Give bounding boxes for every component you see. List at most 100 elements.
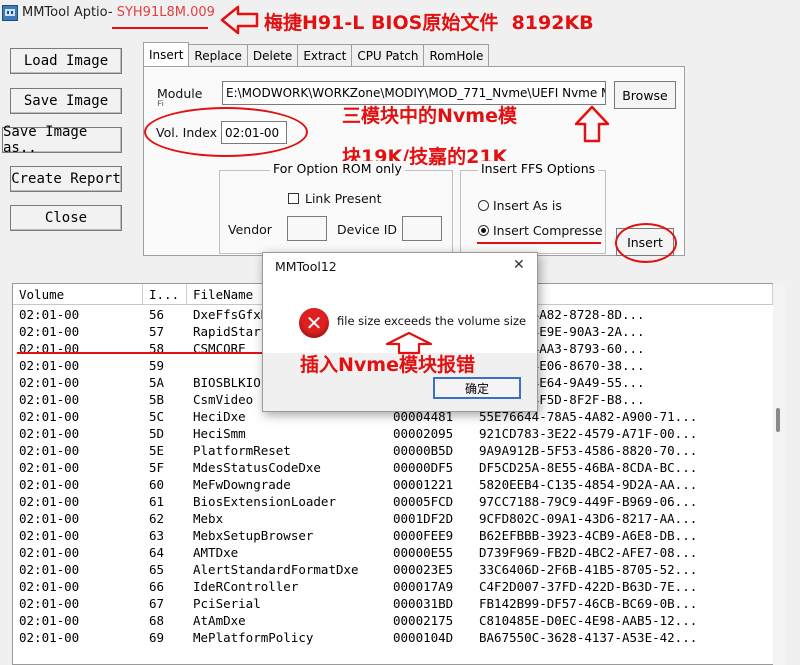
cell-size: 0001DF2D xyxy=(393,511,454,526)
cell-index: 56 xyxy=(149,307,165,322)
cell-size: 00000DF5 xyxy=(393,460,454,475)
table-row[interactable]: 02:01-00 5F MdesStatusCodeDxe 00000DF5 DF5CD… xyxy=(13,460,773,477)
tab-insert[interactable]: Insert xyxy=(143,42,190,66)
cell-index: 62 xyxy=(149,511,165,526)
insert-as-is-radio[interactable] xyxy=(478,200,489,211)
cell-size: 00000B5D xyxy=(393,443,454,458)
cell-guid: 921CD783-3E22-4579-A71F-00... xyxy=(479,426,698,441)
cell-guid: 33C6406D-2F6B-41B5-8705-52... xyxy=(479,562,698,577)
cell-index: 5C xyxy=(149,409,165,424)
table-scrollbar[interactable] xyxy=(773,283,785,665)
cell-volume: 02:01-00 xyxy=(19,392,80,407)
tab-replace[interactable]: Replace xyxy=(188,44,248,66)
cell-index: 66 xyxy=(149,579,165,594)
table-row[interactable]: 02:01-00 5E PlatformReset 00000B5D 9A9A912B-… xyxy=(13,443,773,460)
table-row[interactable]: 02:01-00 5D HeciSmm 00002095 921CD783-3E22-4… xyxy=(13,426,773,443)
cell-filename: AMTDxe xyxy=(193,545,239,560)
csmcore-underline-annotation xyxy=(17,352,263,354)
ffs-options-legend: Insert FFS Options xyxy=(478,161,599,176)
cell-guid: 9CFD802C-09A1-43D6-8217-AA... xyxy=(479,511,698,526)
insert-compressed-radio[interactable] xyxy=(478,225,489,236)
create-report-button[interactable]: Create Report xyxy=(10,166,122,192)
title-underline-annotation xyxy=(112,27,208,29)
load-image-button[interactable]: Load Image xyxy=(10,48,122,74)
tab-romhole[interactable]: RomHole xyxy=(423,44,490,66)
error-icon: ✕ xyxy=(299,308,329,338)
cell-volume: 02:01-00 xyxy=(19,460,80,475)
cell-volume: 02:01-00 xyxy=(19,443,80,458)
cell-size: 000023E5 xyxy=(393,562,454,577)
cell-size: 000017A9 xyxy=(393,579,454,594)
module-label-line2: Fi xyxy=(157,100,165,106)
cell-volume: 02:01-00 xyxy=(19,307,80,322)
dialog-ok-button[interactable]: 确定 xyxy=(433,377,521,399)
device-id-label: Device ID xyxy=(337,222,398,237)
cell-size: 0000FEE9 xyxy=(393,528,454,543)
cell-index: 60 xyxy=(149,477,165,492)
cell-size: 0000104D xyxy=(393,630,454,645)
cell-volume: 02:01-00 xyxy=(19,494,80,509)
cell-index: 64 xyxy=(149,545,165,560)
module-annotation-line1: 三模块中的Nvme模 xyxy=(342,105,517,127)
vendor-field[interactable] xyxy=(287,216,327,241)
cell-volume: 02:01-00 xyxy=(19,409,80,424)
cell-index: 69 xyxy=(149,630,165,645)
cell-guid: 97CC7188-79C9-449F-B969-06... xyxy=(479,494,698,509)
table-row[interactable]: 02:01-00 61 BiosExtensionLoader 00005FCD 97C… xyxy=(13,494,773,511)
table-scroll-thumb[interactable] xyxy=(776,408,780,432)
cell-filename: MdesStatusCodeDxe xyxy=(193,460,321,475)
tab-cpu-patch[interactable]: CPU Patch xyxy=(351,44,425,66)
dialog-close-icon[interactable]: ✕ xyxy=(513,257,525,273)
table-row[interactable]: 02:01-00 62 Mebx 0001DF2D 9CFD802C-09A1-43D6… xyxy=(13,511,773,528)
cell-filename: PciSerial xyxy=(193,596,261,611)
cell-index: 63 xyxy=(149,528,165,543)
table-row[interactable]: 02:01-00 63 MebxSetupBrowser 0000FEE9 B62EFB… xyxy=(13,528,773,545)
table-row[interactable]: 02:01-00 65 AlertStandardFormatDxe 000023E5… xyxy=(13,562,773,579)
table-row[interactable]: 02:01-00 66 IdeRController 000017A9 C4F2D007… xyxy=(13,579,773,596)
cell-size: 00002175 xyxy=(393,613,454,628)
dialog-title: MMTool12 xyxy=(275,259,337,274)
cell-filename: PlatformReset xyxy=(193,443,291,458)
tab-delete[interactable]: Delete xyxy=(246,44,299,66)
cell-filename: MePlatformPolicy xyxy=(193,630,314,645)
error-annotation: 插入Nvme模块报错 xyxy=(300,354,475,376)
tab-extract[interactable]: Extract xyxy=(297,44,353,66)
cell-index: 5A xyxy=(149,375,165,390)
table-row[interactable]: 02:01-00 64 AMTDxe 00000E55 D739F969-FB2D-4B… xyxy=(13,545,773,562)
cell-volume: 02:01-00 xyxy=(19,562,80,577)
cell-guid: FB142B99-DF57-46CB-BC69-0B... xyxy=(479,596,698,611)
insert-button-highlight xyxy=(615,223,677,263)
arrow-up-annotation-icon xyxy=(574,105,610,143)
dialog-message: file size exceeds the volume size xyxy=(337,314,527,328)
cell-volume: 02:01-00 xyxy=(19,341,80,356)
close-button[interactable]: Close xyxy=(10,205,122,231)
table-row[interactable]: 02:01-00 67 PciSerial 000031BD FB142B99-DF57… xyxy=(13,596,773,613)
cell-guid: BA67550C-3628-4137-A53E-42... xyxy=(479,630,698,645)
insert-as-is-label: Insert As is xyxy=(493,198,562,213)
cell-index: 67 xyxy=(149,596,165,611)
link-present-checkbox[interactable] xyxy=(288,193,299,204)
cell-volume: 02:01-00 xyxy=(19,426,80,441)
cell-index: 5D xyxy=(149,426,165,441)
table-row[interactable]: 02:01-00 69 MePlatformPolicy 0000104D BA6755… xyxy=(13,630,773,647)
cell-volume: 02:01-00 xyxy=(19,477,80,492)
cell-index: 68 xyxy=(149,613,165,628)
browse-button[interactable]: Browse xyxy=(614,81,676,109)
device-id-field[interactable] xyxy=(402,216,442,241)
cell-index: 5E xyxy=(149,443,165,458)
column-header-index[interactable]: I... xyxy=(143,284,187,304)
cell-volume: 02:01-00 xyxy=(19,511,80,526)
table-row[interactable]: 02:01-00 60 MeFwDowngrade 00001221 5820EEB4-… xyxy=(13,477,773,494)
cell-index: 59 xyxy=(149,358,165,373)
window-title-app: MMTool Aptio- xyxy=(22,5,113,20)
cell-guid: DF5CD25A-8E55-46BA-8CDA-BC... xyxy=(479,460,698,475)
cell-size: 00002095 xyxy=(393,426,454,441)
cell-volume: 02:01-00 xyxy=(19,579,80,594)
cell-volume: 02:01-00 xyxy=(19,613,80,628)
table-row[interactable]: 02:01-00 68 AtAmDxe 00002175 C810485E-D0EC-4… xyxy=(13,613,773,630)
save-image-as-button[interactable]: Save Image as.. xyxy=(2,124,122,156)
window-title: MMTool Aptio- SYH91L8M.009 xyxy=(22,5,215,20)
cell-guid: 9A9A912B-5F53-4586-8820-70... xyxy=(479,443,698,458)
column-header-volume[interactable]: Volume xyxy=(13,284,143,304)
save-image-button[interactable]: Save Image xyxy=(10,88,122,114)
